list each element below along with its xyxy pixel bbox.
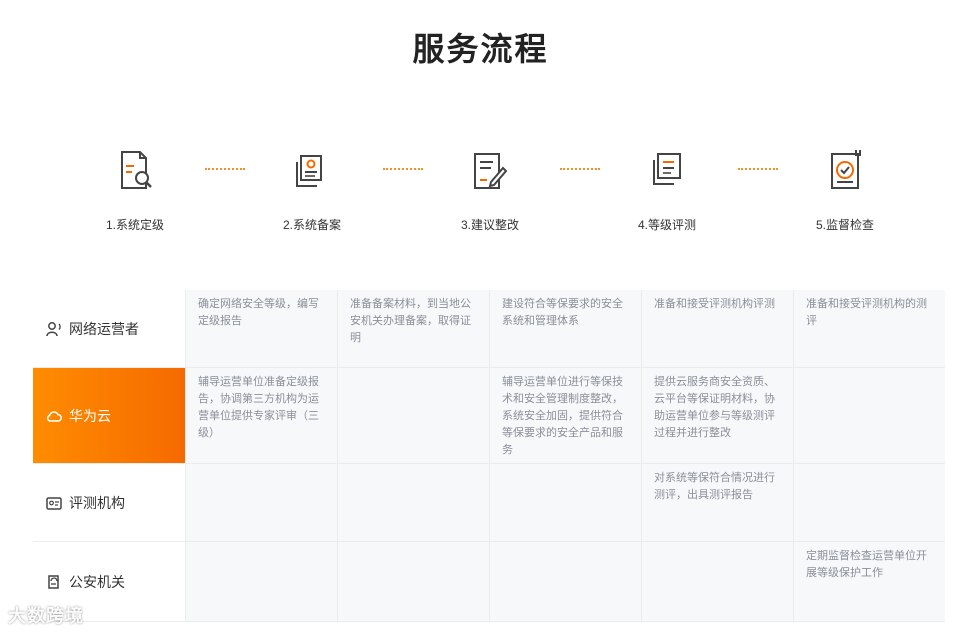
role-network-operator[interactable]: 网络运营者: [33, 290, 185, 367]
page-title: 服务流程: [412, 31, 549, 67]
table-cell: [337, 464, 489, 541]
table-cell: 定期监督检查运营单位开展等级保护工作: [793, 542, 945, 621]
step-label: 2.系统备案: [282, 218, 341, 232]
table-cell: [185, 464, 337, 541]
role-huawei-cloud[interactable]: 华为云: [33, 368, 185, 463]
table-cell: 准备和接受评测机构评测: [641, 290, 793, 367]
table-cell: 辅导运营单位准备定级报告，协调第三方机构为运营单位提供专家评审（三级）: [185, 368, 337, 463]
table-cell: [641, 542, 793, 621]
table-cell: [793, 368, 945, 463]
table-cell: [793, 464, 945, 541]
table-cell: [337, 368, 489, 463]
step-system-filing: 2.系统备案: [237, 140, 387, 233]
role-name: 网络运营者: [69, 320, 139, 337]
police-badge-icon: [45, 573, 63, 591]
table-cell: 提供云服务商安全资质、云平台等保证明材料，协助运营单位参与等级测评过程并进行整改: [641, 368, 793, 463]
table-row: 网络运营者 确定网络安全等级，编写定级报告 准备备案材料，到当地公安机关办理备案…: [33, 290, 945, 368]
documents-review-icon: [642, 146, 692, 196]
role-name: 公安机关: [69, 573, 125, 590]
step-label: 4.等级评测: [637, 218, 696, 232]
table-cell: 对系统等保符合情况进行测评，出具测评报告: [641, 464, 793, 541]
watermark: 大数跨境: [8, 606, 84, 626]
table-cell: [337, 542, 489, 621]
step-label: 3.建议整改: [460, 218, 519, 232]
table-cell: 确定网络安全等级，编写定级报告: [185, 290, 337, 367]
table-cell: 建设符合等保要求的安全系统和管理体系: [489, 290, 641, 367]
user-voice-icon: [45, 320, 63, 338]
step-rectification: 3.建议整改: [415, 140, 565, 233]
table-cell: 准备备案材料，到当地公安机关办理备案，取得证明: [337, 290, 489, 367]
role-name: 华为云: [69, 407, 111, 424]
role-name: 评测机构: [69, 494, 125, 511]
table-row: 华为云 辅导运营单位准备定级报告，协调第三方机构为运营单位提供专家评审（三级） …: [33, 368, 945, 464]
step-system-grading: 1.系统定级: [60, 140, 210, 233]
step-level-assessment: 4.等级评测: [592, 140, 742, 233]
responsibility-table: 网络运营者 确定网络安全等级，编写定级报告 准备备案材料，到当地公安机关办理备案…: [33, 290, 945, 622]
role-assessment-agency[interactable]: 评测机构: [33, 464, 185, 541]
table-row: 公安机关 定期监督检查运营单位开展等级保护工作: [33, 542, 945, 622]
certificate-check-icon: [820, 146, 870, 196]
step-supervision: 5.监督检查: [770, 140, 920, 233]
table-cell: [185, 542, 337, 621]
document-search-icon: [110, 146, 160, 196]
files-stack-icon: [287, 146, 337, 196]
document-edit-icon: [465, 146, 515, 196]
table-cell: 准备和接受评测机构的测评: [793, 290, 945, 367]
table-cell: [489, 542, 641, 621]
process-steps: 1.系统定级 2.系统备案 3.建议整改 4.等级评测 5.监督检查: [60, 140, 940, 250]
table-cell: 辅导运营单位进行等保技术和安全管理制度整改，系统安全加固，提供符合等保要求的安全…: [489, 368, 641, 463]
step-label: 1.系统定级: [105, 218, 164, 232]
step-label: 5.监督检查: [815, 218, 874, 232]
table-cell: [489, 464, 641, 541]
cloud-icon: [45, 407, 63, 425]
table-row: 评测机构 对系统等保符合情况进行测评，出具测评报告: [33, 464, 945, 542]
id-card-icon: [45, 494, 63, 512]
